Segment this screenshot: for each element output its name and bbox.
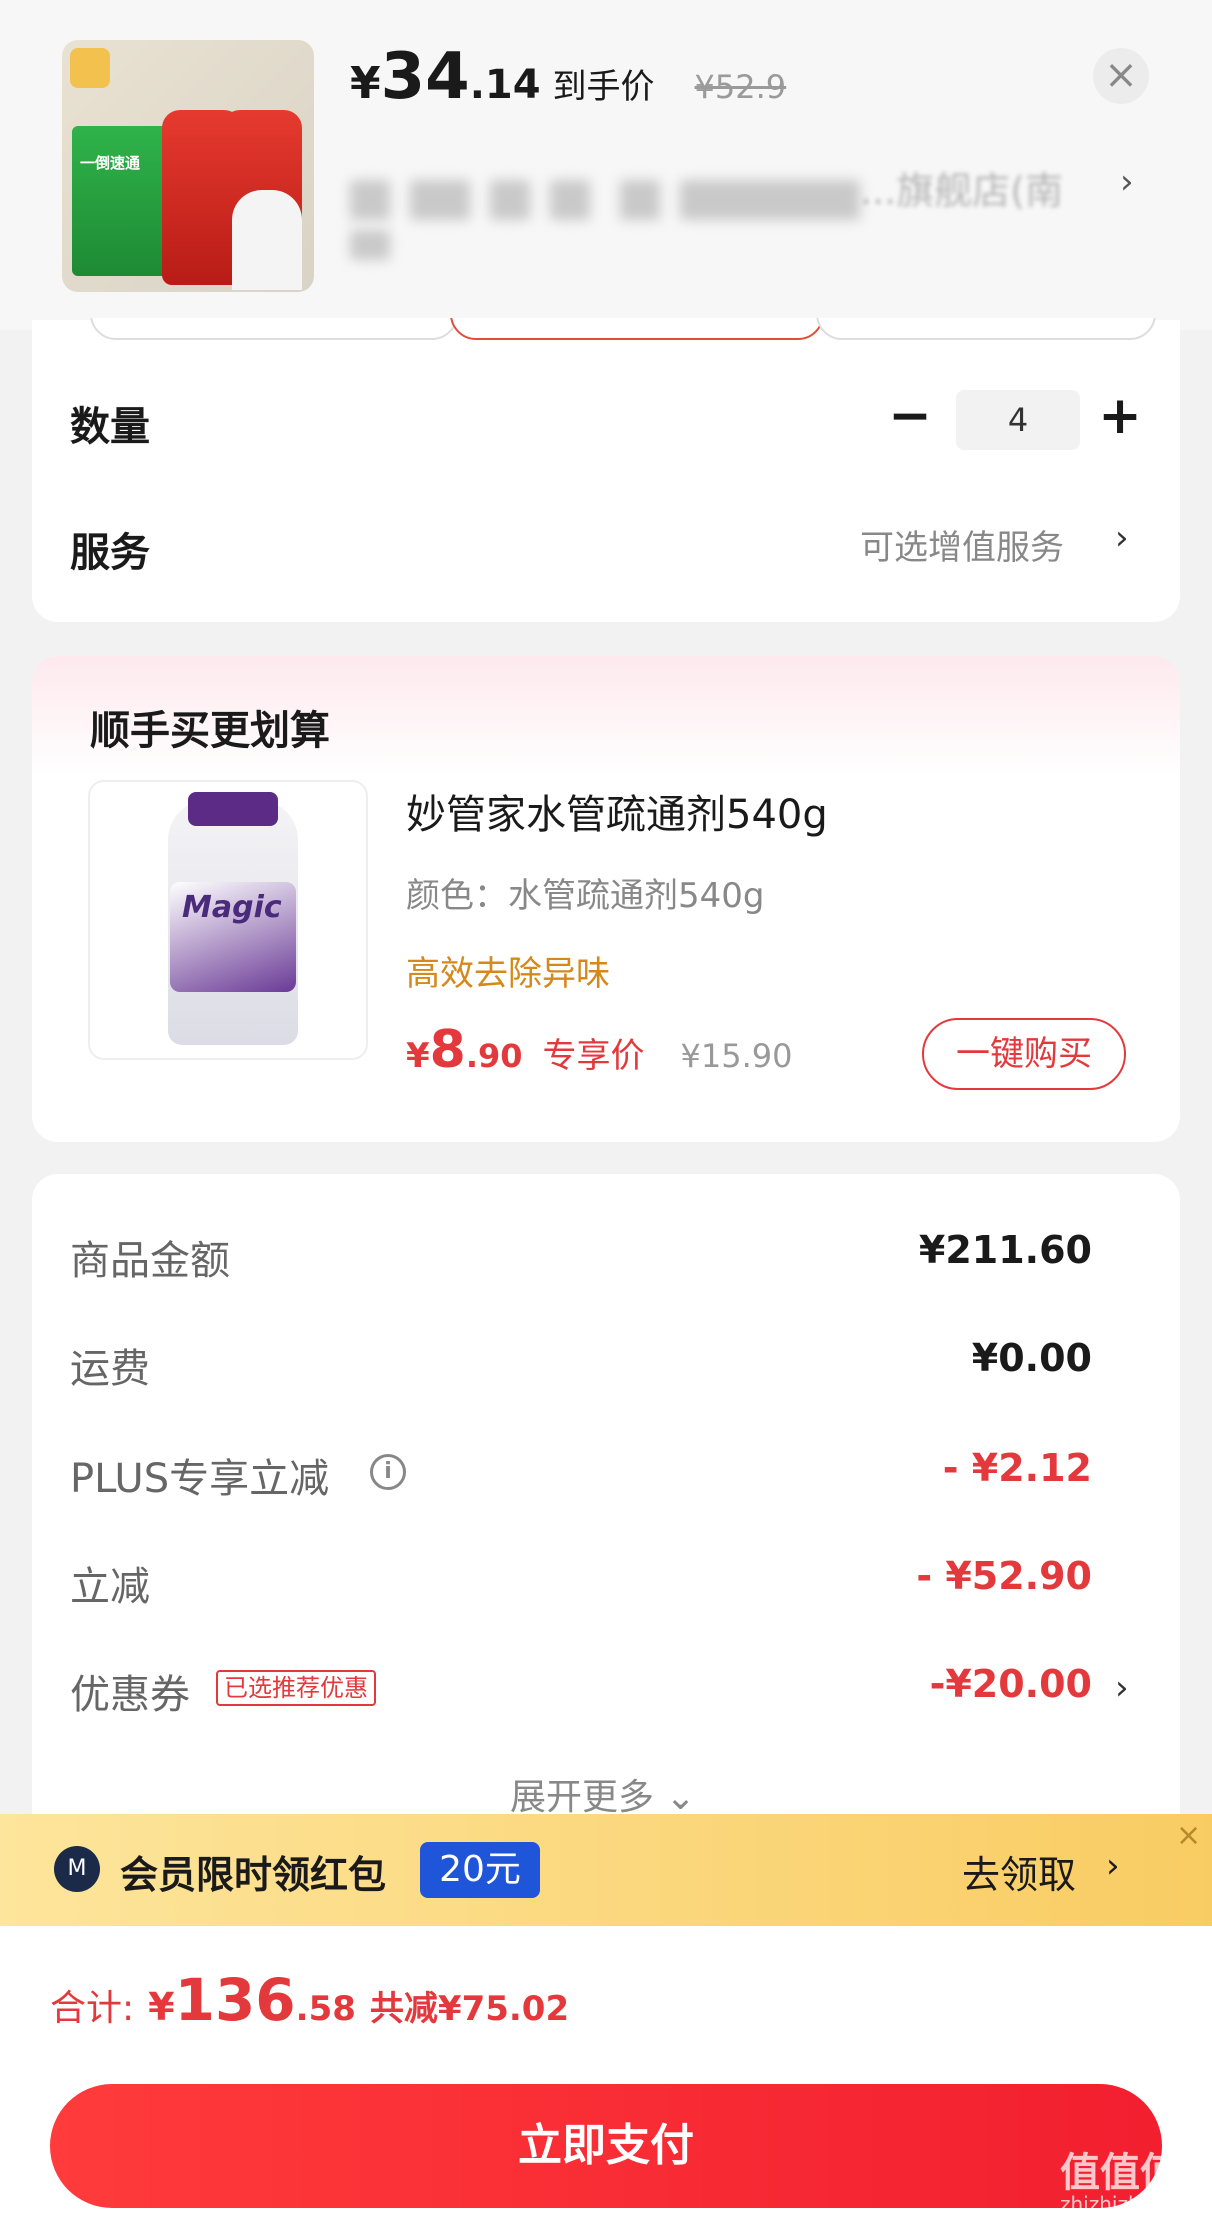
upsell-product-feature: 高效去除异味 bbox=[406, 954, 610, 994]
summary-value-shipping: ¥0.00 bbox=[971, 1336, 1092, 1380]
variant-chip[interactable] bbox=[816, 318, 1156, 340]
upsell-price: ¥ 8 .90 专享价 ¥15.90 bbox=[406, 1020, 793, 1080]
banner-text: 会员限时领红包 bbox=[120, 1853, 387, 1897]
shop-name[interactable]: ...旗舰店(南 bbox=[860, 160, 1063, 215]
price-symbol: ¥ bbox=[350, 58, 381, 109]
chevron-right-icon[interactable]: › bbox=[1115, 1668, 1129, 1708]
summary-label-shipping: 运费 bbox=[70, 1346, 150, 1392]
product-logo: Magic bbox=[182, 890, 282, 925]
upsell-product-name[interactable]: 妙管家水管疏通剂540g bbox=[406, 782, 828, 840]
price-decimal: .14 bbox=[469, 62, 541, 108]
product-thumbnail: 一倒速通 bbox=[62, 40, 314, 292]
service-value[interactable]: 可选增值服务 bbox=[860, 520, 1064, 569]
chevron-right-icon[interactable]: › bbox=[1106, 1846, 1120, 1886]
summary-value-coupon[interactable]: -¥20.00 bbox=[930, 1662, 1092, 1706]
watermark: 值值值 bbox=[1060, 2150, 1180, 2196]
info-icon[interactable]: i bbox=[370, 1454, 406, 1490]
summary-label-discount: 立减 bbox=[70, 1564, 150, 1610]
summary-label-goods: 商品金额 bbox=[70, 1238, 230, 1284]
chevron-right-icon[interactable]: › bbox=[1120, 162, 1134, 202]
summary-label-plus: PLUS专享立减 bbox=[70, 1456, 330, 1502]
upsell-price-symbol: ¥ bbox=[406, 1036, 430, 1076]
total-integer: 136 bbox=[174, 1966, 296, 2034]
upsell-price-decimal: .90 bbox=[465, 1037, 523, 1075]
package-box: 一倒速通 bbox=[72, 126, 168, 276]
coupon-tag: 已选推荐优惠 bbox=[216, 1670, 376, 1706]
close-icon[interactable]: × bbox=[1093, 48, 1149, 104]
total-label: 合计: bbox=[50, 1988, 135, 2029]
quantity-label: 数量 bbox=[70, 404, 150, 450]
upsell-original-price: ¥15.90 bbox=[680, 1037, 793, 1075]
spokesperson-figure bbox=[232, 190, 302, 290]
close-icon[interactable]: × bbox=[1176, 1818, 1201, 1853]
upsell-price-tag: 专享价 bbox=[542, 1036, 645, 1076]
options-card bbox=[32, 320, 1180, 622]
summary-value-goods: ¥211.60 bbox=[918, 1228, 1092, 1272]
watermark-url: zhizhizhi.com bbox=[1060, 2192, 1196, 2216]
original-price: ¥52.9 bbox=[694, 68, 787, 106]
chevron-right-icon[interactable]: › bbox=[1115, 518, 1129, 558]
service-label: 服务 bbox=[70, 530, 150, 576]
variant-chips bbox=[32, 318, 1180, 342]
quantity-minus-button[interactable]: − bbox=[880, 388, 940, 448]
summary-value-plus: - ¥2.12 bbox=[942, 1446, 1092, 1490]
upsell-product-image[interactable]: Magic bbox=[88, 780, 368, 1060]
variant-chip[interactable] bbox=[90, 318, 458, 340]
total-symbol: ¥ bbox=[148, 1985, 175, 2029]
total-decimal: .58 bbox=[295, 1989, 356, 2029]
total-line: 合计: ¥ 136 .58 共减¥75.02 bbox=[50, 1966, 569, 2034]
quantity-plus-button[interactable]: + bbox=[1090, 388, 1150, 448]
banner-claim-link[interactable]: 去领取 bbox=[962, 1844, 1076, 1899]
one-click-buy-button[interactable]: 一键购买 bbox=[922, 1018, 1126, 1090]
price-tag: 到手价 bbox=[552, 67, 655, 107]
price-integer: 34 bbox=[380, 40, 470, 114]
brand-badge-icon bbox=[70, 48, 110, 88]
expand-more-link[interactable]: 展开更多 ⌄ bbox=[510, 1768, 696, 1820]
upsell-title: 顺手买更划算 bbox=[90, 708, 330, 754]
variant-chip-selected[interactable] bbox=[450, 318, 824, 340]
summary-label-coupon: 优惠券 bbox=[70, 1672, 190, 1718]
price-line: ¥ 34 .14 到手价 ¥52.9 bbox=[350, 40, 786, 120]
member-badge-icon: M bbox=[54, 1846, 100, 1892]
upsell-product-color: 颜色：水管疏通剂540g bbox=[406, 876, 765, 916]
summary-value-discount: - ¥52.90 bbox=[916, 1554, 1092, 1598]
upsell-price-integer: 8 bbox=[429, 1020, 466, 1080]
quantity-input[interactable]: 4 bbox=[956, 390, 1080, 450]
pay-now-button[interactable]: 立即支付 bbox=[50, 2084, 1162, 2208]
total-saving: 共减¥75.02 bbox=[369, 1989, 570, 2029]
banner-amount-pill: 20元 bbox=[420, 1842, 540, 1898]
